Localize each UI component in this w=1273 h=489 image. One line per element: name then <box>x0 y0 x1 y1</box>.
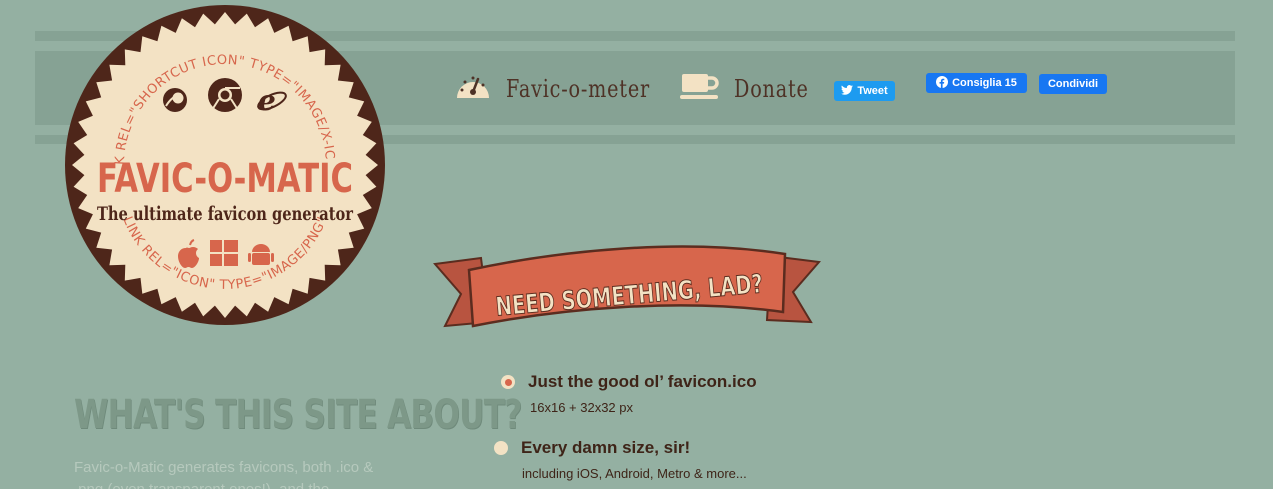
option-every-size-subtext: including iOS, Android, Metro & more... <box>522 466 747 481</box>
option-favicon-ico-label: Just the good ol’ favicon.ico <box>528 372 757 391</box>
about-section-title: WHAT'S THIS SITE ABOUT? <box>74 392 522 438</box>
facebook-share-button[interactable]: Condividi <box>1039 74 1107 94</box>
option-every-size[interactable]: Every damn size, sir! <box>494 438 690 458</box>
facebook-icon <box>936 75 949 91</box>
radio-favicon-ico[interactable] <box>501 375 515 389</box>
chrome-icon <box>208 78 242 112</box>
nav-favicometer-link[interactable]: Favic-o-meter <box>454 70 686 107</box>
coffee-cup-icon <box>680 70 720 107</box>
option-favicon-ico[interactable]: Just the good ol’ favicon.ico <box>501 372 757 392</box>
logo-tagline: The ultimate favicon generator <box>97 203 354 225</box>
option-favicon-ico-subtext: 16x16 + 32x32 px <box>530 400 633 415</box>
favicomatic-logo[interactable]: LINK REL="SHORTCUT ICON" TYPE="IMAGE/X-I… <box>62 2 388 328</box>
about-section-text: Favic-o-Matic generates favicons, both .… <box>74 459 374 489</box>
twitter-bird-icon <box>841 84 854 98</box>
facebook-like-label: Consiglia 15 <box>952 77 1017 89</box>
gauge-icon <box>454 70 492 107</box>
need-something-banner: NEED SOMETHING, LAD? <box>433 245 821 328</box>
tweet-label: Tweet <box>857 85 888 97</box>
tweet-button[interactable]: Tweet <box>834 81 895 101</box>
nav-donate-label: Donate <box>734 74 809 103</box>
facebook-like-button[interactable]: Consiglia 15 <box>926 73 1027 93</box>
option-every-size-label: Every damn size, sir! <box>521 438 691 457</box>
nav-favicometer-label: Favic-o-meter <box>506 74 650 103</box>
nav-donate-link[interactable]: Donate <box>680 70 827 107</box>
logo-title: FAVIC-O-MATIC <box>97 156 353 202</box>
radio-every-size[interactable] <box>494 441 508 455</box>
facebook-share-label: Condividi <box>1047 78 1099 90</box>
firefox-icon <box>163 88 187 112</box>
